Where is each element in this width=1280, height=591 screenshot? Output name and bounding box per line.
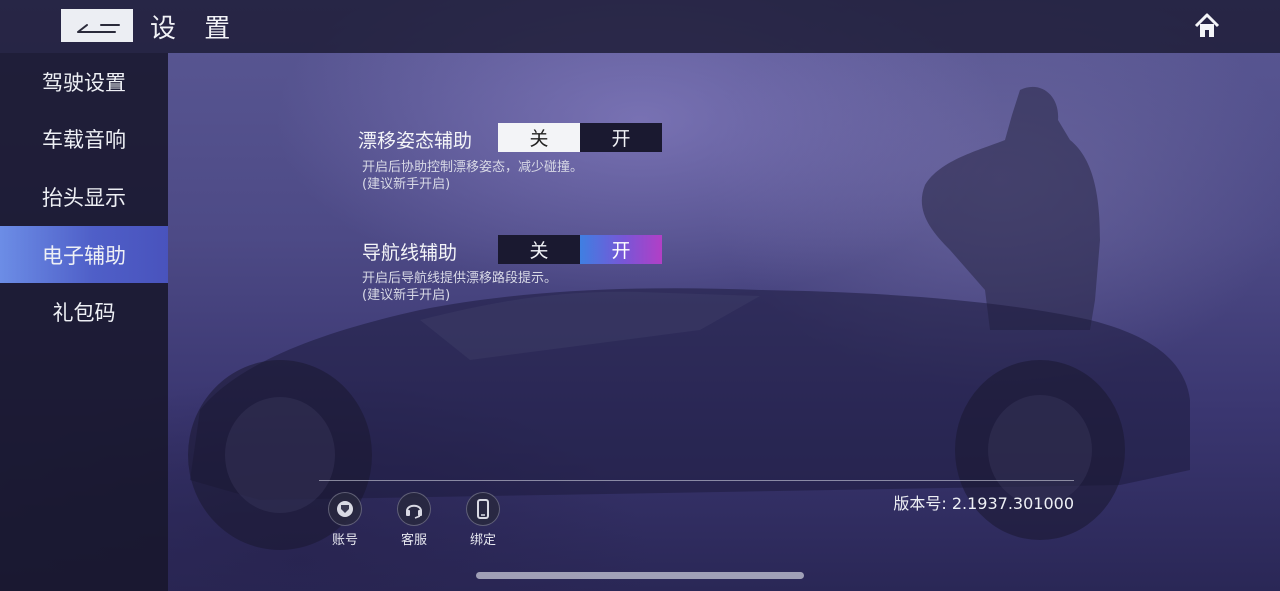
account-label: 账号	[331, 533, 358, 548]
sidebar-item-head-up-display[interactable]: 抬头显示	[0, 168, 168, 225]
nav-line-assist-label: 导航线辅助	[362, 242, 458, 264]
description-line: 开启后导航线提供漂移路段提示。	[362, 271, 558, 286]
version-info: 版本号: 2.1937.301000	[893, 490, 1074, 514]
sidebar-item-label: 驾驶设置	[42, 70, 126, 95]
version-label: 版本号:	[893, 494, 947, 513]
sidebar-item-label: 礼包码	[52, 300, 116, 325]
customer-service-button[interactable]: 客服	[394, 492, 434, 548]
sidebar-item-label: 电子辅助	[42, 243, 126, 268]
sidebar-item-driving-settings[interactable]: 驾驶设置	[0, 53, 168, 110]
description-note: (建议新手开启)	[362, 177, 451, 192]
account-button[interactable]: 账号	[325, 492, 365, 548]
sidebar: 驾驶设置 车载音响 抬头显示 电子辅助 礼包码	[0, 53, 168, 591]
headset-icon	[397, 492, 431, 526]
back-arrow-icon	[77, 24, 120, 33]
nav-line-assist-toggle: 关 开	[498, 235, 662, 264]
drift-assist-on-option[interactable]: 开	[580, 123, 662, 152]
sidebar-item-label: 抬头显示	[42, 185, 126, 210]
drift-assist-toggle: 关 开	[498, 123, 662, 152]
drift-assist-description: 开启后协助控制漂移姿态，减少碰撞。 (建议新手开启)	[362, 159, 583, 193]
customer-service-label: 客服	[400, 533, 427, 548]
top-bar: 设 置	[0, 0, 1280, 53]
description-note: (建议新手开启)	[362, 288, 451, 303]
sidebar-item-car-audio[interactable]: 车载音响	[0, 110, 168, 167]
phone-icon	[466, 492, 500, 526]
drift-assist-off-option[interactable]: 关	[498, 123, 580, 152]
version-value: 2.1937.301000	[951, 494, 1074, 513]
footer-divider	[319, 480, 1074, 481]
sidebar-item-gift-code[interactable]: 礼包码	[0, 283, 168, 340]
nav-line-assist-description: 开启后导航线提供漂移路段提示。 (建议新手开启)	[362, 270, 557, 304]
bind-button[interactable]: 绑定	[463, 492, 503, 548]
nav-line-assist-on-option[interactable]: 开	[580, 235, 662, 264]
sidebar-item-electronic-assist[interactable]: 电子辅助	[0, 226, 168, 283]
bind-label: 绑定	[469, 533, 496, 548]
background-scene	[0, 0, 1280, 591]
home-button[interactable]	[1193, 12, 1221, 40]
drift-assist-label: 漂移姿态辅助	[358, 130, 473, 152]
back-button[interactable]	[61, 9, 133, 42]
home-icon	[1194, 13, 1220, 37]
car-silhouette-illustration	[188, 86, 1190, 550]
description-line: 开启后协助控制漂移姿态，减少碰撞。	[362, 160, 584, 175]
nav-line-assist-off-option[interactable]: 关	[498, 235, 580, 264]
account-icon	[328, 492, 362, 526]
home-indicator[interactable]	[476, 572, 804, 579]
page-title: 设 置	[150, 14, 241, 44]
sidebar-item-label: 车载音响	[42, 127, 126, 152]
